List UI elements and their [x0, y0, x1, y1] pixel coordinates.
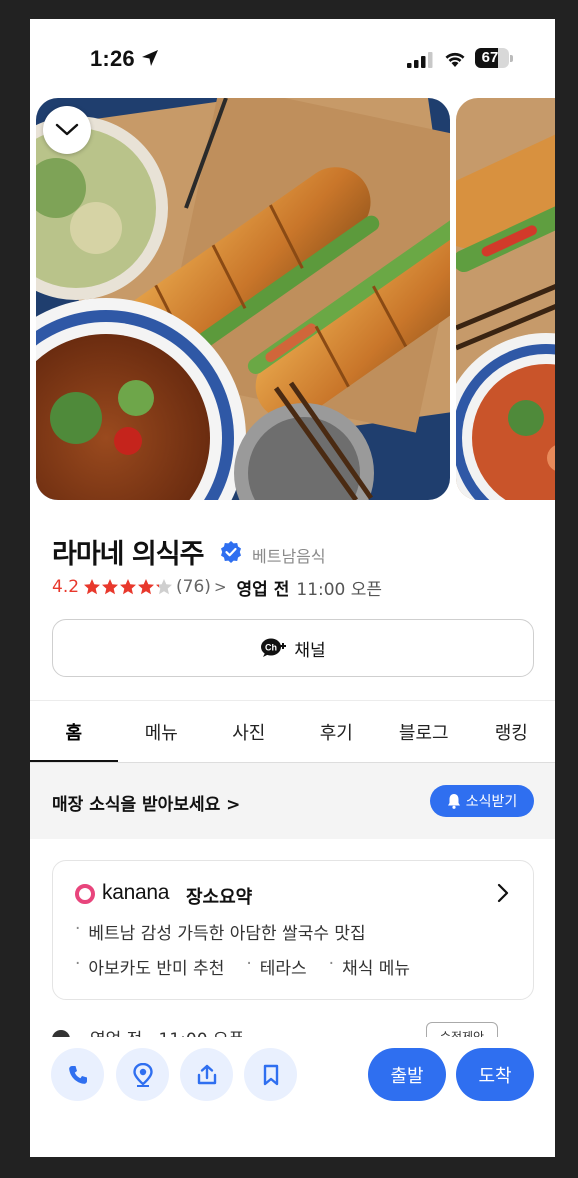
tab-label: 홈 — [65, 722, 83, 744]
status-bar: 1:26 67 — [30, 19, 555, 97]
kakao-channel-icon: Ch — [261, 638, 287, 657]
place-category: 베트남음식 — [252, 547, 326, 566]
food-photo-image — [456, 98, 555, 500]
depart-button[interactable]: 출발 — [368, 1048, 446, 1101]
star-icon — [120, 579, 137, 595]
battery-percent: 67 — [481, 49, 499, 66]
subscribe-label: 소식받기 — [465, 794, 518, 810]
phone-icon — [68, 1065, 87, 1084]
summary-title: 장소요약 — [186, 887, 253, 908]
chevron-down-icon — [55, 123, 79, 136]
open-time: 11:00 오픈 — [296, 579, 383, 600]
place-summary-card[interactable]: kanana 장소요약 · 베트남 감성 가득한 아담한 쌀국수 맛집 · 아보카… — [52, 860, 534, 1000]
bookmark-icon — [263, 1064, 278, 1085]
bottom-action-bar: 출발 도착 — [30, 1037, 555, 1157]
bell-icon — [447, 794, 460, 809]
map-pin-icon — [132, 1062, 153, 1087]
news-text: 매장 소식을 받아보세요 — [52, 795, 221, 815]
rating-stars — [83, 578, 173, 596]
place-photo-next[interactable] — [456, 98, 555, 500]
phone-screen: 1:26 67 라마네 의식주 베트남음식 4.2 (76) > 영업 전 11… — [30, 19, 555, 1157]
bookmark-button[interactable] — [244, 1048, 297, 1101]
tab-menu[interactable]: 메뉴 — [118, 701, 206, 762]
tab-label: 사진 — [232, 722, 266, 744]
channel-label: 채널 — [294, 640, 326, 661]
star-icon — [156, 579, 173, 595]
chevron-right-icon: > — [213, 578, 227, 596]
rating-value: 4.2 — [52, 577, 80, 597]
location-arrow-icon — [142, 50, 158, 66]
star-icon — [84, 579, 101, 595]
summary-tags: · 아보카도 반미 추천 · 테라스 · 채식 메뉴 — [75, 954, 432, 979]
map-pin-button[interactable] — [116, 1048, 169, 1101]
chevron-right-icon — [497, 883, 509, 903]
tab-home[interactable]: 홈 — [30, 701, 118, 763]
tab-reviews[interactable]: 후기 — [293, 701, 381, 762]
open-status: 영업 전 — [236, 579, 290, 600]
arrive-button[interactable]: 도착 — [456, 1048, 534, 1101]
star-icon — [138, 579, 155, 595]
summary-line: · 베트남 감성 가득한 아담한 쌀국수 맛집 — [75, 919, 366, 944]
tab-label: 블로그 — [398, 722, 449, 744]
depart-label: 출발 — [390, 1065, 424, 1087]
place-name: 라마네 의식주 — [52, 539, 204, 570]
summary-tag: · 아보카도 반미 추천 — [75, 954, 225, 979]
wifi-icon — [445, 52, 465, 67]
tab-ranking[interactable]: 랭킹 — [468, 701, 556, 762]
review-count[interactable]: (76) — [176, 577, 211, 597]
place-photo-main[interactable] — [36, 98, 450, 500]
kanana-brand: kanana — [102, 881, 170, 904]
news-link[interactable]: 매장 소식을 받아보세요 > — [52, 790, 240, 815]
summary-tag: · 테라스 — [246, 954, 307, 979]
tab-label: 메뉴 — [144, 722, 178, 744]
chevron-right-icon: > — [226, 795, 241, 815]
summary-tag: · 채식 메뉴 — [328, 954, 411, 979]
tab-label: 랭킹 — [494, 722, 528, 744]
food-photo-image — [36, 98, 450, 500]
kanana-logo-icon — [75, 884, 95, 904]
share-button[interactable] — [180, 1048, 233, 1101]
svg-text:Ch: Ch — [265, 643, 277, 653]
cellular-signal-icon — [407, 52, 433, 68]
tab-photos[interactable]: 사진 — [205, 701, 293, 762]
subscribe-button[interactable]: 소식받기 — [430, 785, 534, 817]
tab-blog[interactable]: 블로그 — [380, 701, 468, 762]
news-banner: 매장 소식을 받아보세요 > 소식받기 — [30, 763, 555, 839]
summary-text: 베트남 감성 가득한 아담한 쌀국수 맛집 — [88, 924, 366, 944]
collapse-button[interactable] — [43, 106, 91, 154]
share-icon — [197, 1064, 216, 1084]
battery-icon: 67 — [475, 48, 513, 68]
star-icon — [102, 579, 119, 595]
status-time: 1:26 — [90, 46, 135, 71]
call-button[interactable] — [51, 1048, 104, 1101]
tab-bar: 홈 메뉴 사진 후기 블로그 랭킹 — [30, 701, 556, 763]
verified-badge-icon — [221, 541, 241, 563]
channel-button[interactable]: Ch 채널 — [52, 619, 534, 677]
arrive-label: 도착 — [478, 1065, 512, 1087]
tab-label: 후기 — [319, 722, 353, 744]
rating-row[interactable]: 4.2 (76) > 영업 전 11:00 오픈 — [52, 575, 383, 600]
